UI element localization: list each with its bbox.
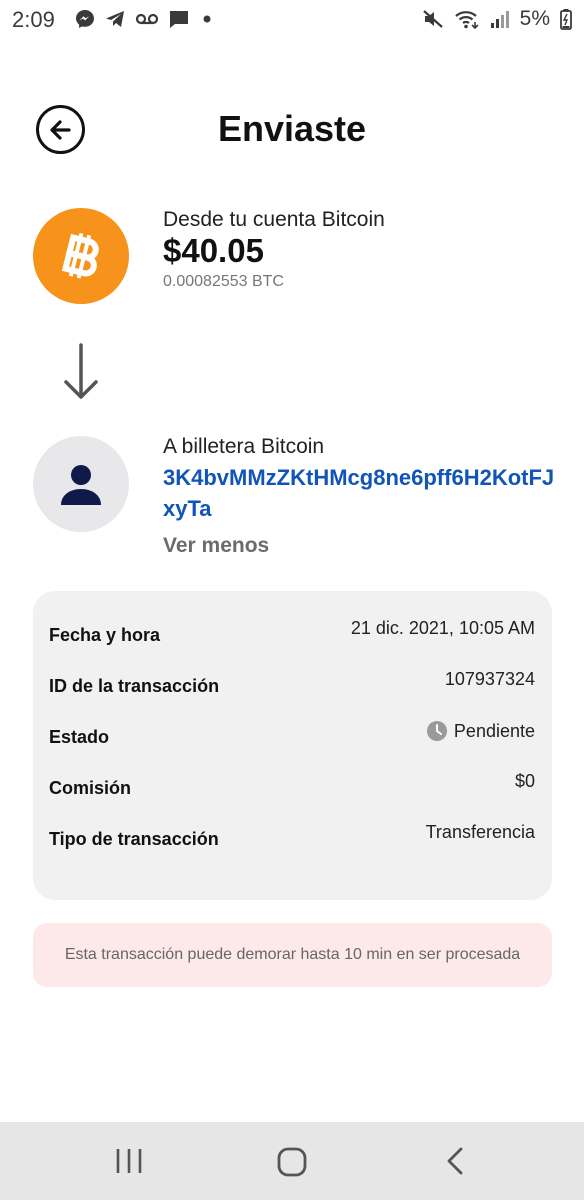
- detail-value: 21 dic. 2021, 10:05 AM: [350, 618, 535, 638]
- wallet-address[interactable]: 3K4bvMMzZKtHMcg8ne6pff6H2KotFJxyTa: [163, 462, 563, 524]
- from-btc-amount: 0.00082553 BTC: [163, 273, 284, 290]
- detail-value: Transferencia: [425, 822, 535, 842]
- bitcoin-logo: [33, 208, 129, 304]
- telegram-icon: [106, 11, 124, 27]
- status-time: 2:09: [12, 7, 55, 32]
- bitcoin-icon: [61, 232, 99, 279]
- detail-key: Fecha y hora: [49, 625, 161, 645]
- status-bar: 2:09 5%: [0, 0, 584, 40]
- detail-key: Estado: [49, 727, 110, 747]
- page-title: Enviaste: [217, 108, 367, 149]
- recent-apps-icon[interactable]: [114, 1146, 144, 1176]
- chat-icon: [170, 11, 188, 28]
- to-label: A billetera Bitcoin: [163, 435, 325, 458]
- from-amount: $40.05: [163, 232, 264, 269]
- status-value: Pendiente: [426, 720, 535, 742]
- avatar: [33, 436, 129, 532]
- wifi-icon: [454, 11, 479, 30]
- detail-key: ID de la transacción: [49, 676, 220, 696]
- home-icon[interactable]: [276, 1146, 308, 1178]
- dot-icon: [203, 15, 211, 23]
- clock-icon: [426, 721, 447, 741]
- status-text: Pendiente: [453, 720, 535, 741]
- detail-row-id: ID de la transacción 107937324: [49, 669, 535, 699]
- back-icon[interactable]: [443, 1146, 469, 1176]
- down-arrow-icon: [64, 343, 98, 399]
- from-label: Desde tu cuenta Bitcoin: [163, 208, 385, 231]
- detail-row-type: Tipo de transacción Transferencia: [49, 822, 535, 852]
- battery-percent: 5%: [519, 7, 550, 30]
- battery-icon: [560, 9, 572, 30]
- detail-value: $0: [514, 771, 535, 791]
- detail-key: Tipo de transacción: [49, 829, 219, 849]
- system-nav-bar: [0, 1122, 584, 1200]
- mute-icon: [422, 10, 443, 28]
- detail-row-date: Fecha y hora 21 dic. 2021, 10:05 AM: [49, 618, 535, 648]
- voicemail-icon: [135, 13, 159, 25]
- transaction-details-card: Fecha y hora 21 dic. 2021, 10:05 AM ID d…: [33, 591, 552, 900]
- show-less-link[interactable]: Ver menos: [163, 534, 269, 558]
- messenger-icon: [76, 10, 94, 28]
- user-icon: [61, 465, 101, 505]
- processing-notice: Esta transacción puede demorar hasta 10 …: [33, 923, 552, 987]
- detail-key: Comisión: [49, 778, 132, 798]
- detail-row-fee: Comisión $0: [49, 771, 535, 801]
- detail-row-status: Estado Pendiente: [49, 720, 535, 750]
- status-right: 5%: [422, 7, 572, 31]
- signal-icon: [490, 11, 509, 28]
- detail-value: 107937324: [444, 669, 535, 689]
